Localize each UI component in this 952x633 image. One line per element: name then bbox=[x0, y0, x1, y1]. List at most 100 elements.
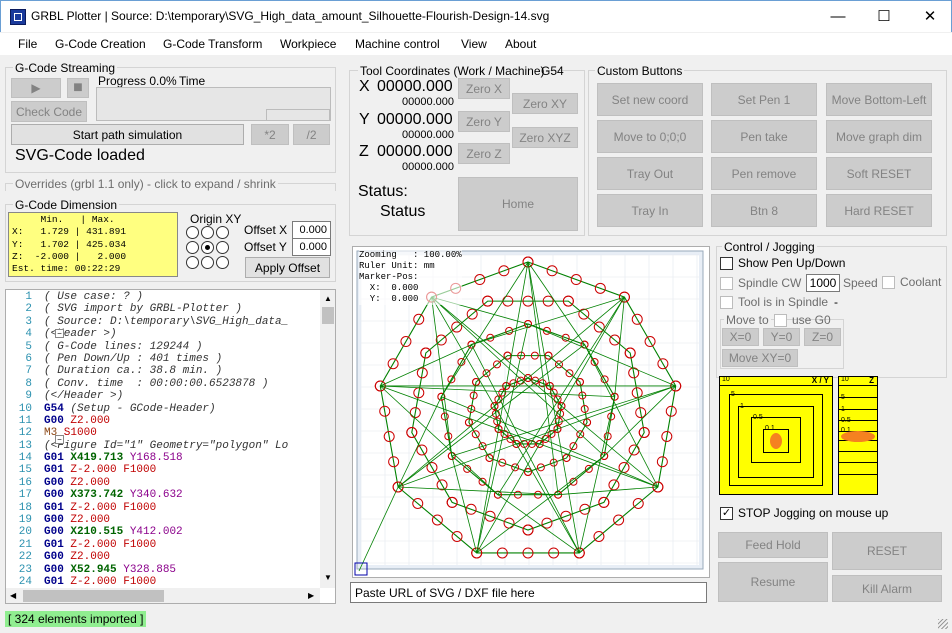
reset-button[interactable]: RESET bbox=[832, 532, 942, 570]
scroll-thumb[interactable] bbox=[322, 307, 334, 324]
zero-x-button[interactable]: Zero X bbox=[458, 78, 510, 99]
url-input[interactable]: Paste URL of SVG / DXF file here bbox=[350, 582, 707, 603]
graphics-preview[interactable]: Zooming : 100.00% Ruler Unit: mm Marker-… bbox=[352, 246, 710, 578]
jog-xy-pad[interactable]: X / Y 10 5 1 0.5 0.1 bbox=[719, 376, 833, 495]
custom-button-5[interactable]: Pen take bbox=[711, 120, 817, 153]
jog-z-pad[interactable]: Z 10 5 1 0.5 0.1 bbox=[838, 376, 878, 495]
custom-button-7[interactable]: Tray Out bbox=[597, 157, 703, 190]
origin-radio-bottom-left[interactable] bbox=[186, 256, 199, 269]
zero-xyz-button[interactable]: Zero XYZ bbox=[512, 127, 578, 148]
speed-div2-button[interactable]: /2 bbox=[293, 124, 330, 145]
start-path-simulation-button[interactable]: Start path simulation bbox=[11, 124, 244, 145]
check-code-button[interactable]: Check Code bbox=[11, 101, 87, 122]
code-line: 22 G00 Z2.000 bbox=[6, 551, 322, 563]
code-line: 16 G00 Z2.000 bbox=[6, 477, 322, 489]
code-line: 14 G01 X419.713 Y168.518 bbox=[6, 452, 322, 464]
zero-xy-button[interactable]: Zero XY bbox=[512, 93, 578, 114]
custom-button-9[interactable]: Soft RESET bbox=[826, 157, 932, 190]
z0-button[interactable]: Z=0 bbox=[804, 328, 841, 346]
origin-radio-center[interactable] bbox=[201, 241, 214, 254]
origin-radio-bottom-center[interactable] bbox=[201, 256, 214, 269]
custom-button-1[interactable]: Set new coord bbox=[597, 83, 703, 116]
menu-view[interactable]: View bbox=[461, 37, 487, 51]
menu-workpiece[interactable]: Workpiece bbox=[280, 37, 336, 51]
kill-alarm-button[interactable]: Kill Alarm bbox=[832, 575, 942, 602]
code-token: G00 bbox=[44, 476, 64, 489]
gcode-lines: 1 ( Use case: ? ) 2 ( SVG import by GRBL-Pl… bbox=[6, 291, 322, 587]
menu-file[interactable]: File bbox=[18, 37, 37, 51]
speed-x2-button[interactable]: *2 bbox=[251, 124, 289, 145]
menu-about[interactable]: About bbox=[505, 37, 536, 51]
zero-z-button[interactable]: Zero Z bbox=[458, 143, 510, 164]
stop-button[interactable]: ■ bbox=[67, 78, 89, 98]
fold-marker-header[interactable]: − bbox=[55, 329, 64, 338]
offset-y-input[interactable]: 0.000 bbox=[292, 238, 331, 256]
origin-radio-mid-left[interactable] bbox=[186, 241, 199, 254]
apply-offset-button[interactable]: Apply Offset bbox=[245, 257, 330, 278]
use-g0-checkbox[interactable] bbox=[774, 314, 787, 327]
home-button[interactable]: Home bbox=[458, 177, 578, 231]
resize-grip[interactable] bbox=[938, 619, 948, 629]
line-number: 21 bbox=[18, 538, 32, 551]
x0-button[interactable]: X=0 bbox=[722, 328, 759, 346]
code-token: G00 bbox=[44, 563, 64, 576]
scroll-down-arrow[interactable]: ▼ bbox=[324, 573, 332, 582]
show-pen-checkbox[interactable] bbox=[720, 257, 733, 270]
jog-position-marker bbox=[770, 433, 782, 449]
spindle-speed-input[interactable]: 1000 bbox=[806, 274, 840, 292]
move-xy0-button[interactable]: Move XY=0 bbox=[722, 349, 798, 367]
y0-button[interactable]: Y=0 bbox=[763, 328, 800, 346]
origin-radio-mid-right[interactable] bbox=[216, 241, 229, 254]
custom-button-8[interactable]: Pen remove bbox=[711, 157, 817, 190]
minimize-button[interactable]: — bbox=[815, 1, 861, 32]
origin-radio-top-right[interactable] bbox=[216, 226, 229, 239]
code-token: G01 bbox=[44, 464, 64, 477]
gcode-editor[interactable]: 1 ( Use case: ? ) 2 ( SVG import by GRBL-Pl… bbox=[5, 289, 336, 604]
play-button[interactable]: ▶ bbox=[11, 78, 61, 98]
gcode-dimension-title: G-Code Dimension bbox=[13, 198, 120, 212]
speed-label: Speed bbox=[843, 276, 878, 290]
overrides-title[interactable]: Overrides (grbl 1.1 only) - click to exp… bbox=[13, 177, 278, 191]
line-number: 3 bbox=[25, 315, 32, 328]
status-label: Status: bbox=[358, 183, 408, 200]
menu-gcode-transform[interactable]: G-Code Transform bbox=[163, 37, 262, 51]
code-token: Z2.000 bbox=[63, 551, 111, 564]
line-number: 2 bbox=[25, 303, 32, 316]
vertical-scrollbar[interactable]: ▲ ▼ bbox=[320, 290, 335, 588]
code-line: 11 G00 Z2.000 bbox=[6, 415, 322, 427]
hscroll-thumb[interactable] bbox=[23, 590, 164, 602]
jog-step-1: 1 bbox=[740, 403, 744, 410]
zero-y-button[interactable]: Zero Y bbox=[458, 111, 510, 132]
origin-radio-top-center[interactable] bbox=[201, 226, 214, 239]
scroll-left-arrow[interactable]: ◀ bbox=[10, 591, 16, 600]
custom-button-10[interactable]: Tray In bbox=[597, 194, 703, 227]
custom-button-3[interactable]: Move Bottom-Left bbox=[826, 83, 932, 116]
code-line: 3 ( Source: D:\temporary\SVG_High_data_ bbox=[6, 316, 322, 328]
custom-button-2[interactable]: Set Pen 1 bbox=[711, 83, 817, 116]
menu-machine-control[interactable]: Machine control bbox=[355, 37, 440, 51]
offset-x-input[interactable]: 0.000 bbox=[292, 221, 331, 239]
origin-radio-top-left[interactable] bbox=[186, 226, 199, 239]
maximize-button[interactable]: ☐ bbox=[861, 1, 907, 32]
code-line: 19 G00 Z2.000 bbox=[6, 514, 322, 526]
feed-hold-button[interactable]: Feed Hold bbox=[718, 532, 828, 558]
spindle-cw-checkbox[interactable] bbox=[720, 277, 733, 290]
code-token: Z2.000 bbox=[63, 476, 111, 489]
horizontal-scrollbar[interactable]: ◀ ▶ bbox=[6, 588, 320, 603]
stop-jogging-checkbox[interactable]: ✓ bbox=[720, 507, 733, 520]
custom-button-4[interactable]: Move to 0;0;0 bbox=[597, 120, 703, 153]
custom-button-11[interactable]: Btn 8 bbox=[711, 194, 817, 227]
coolant-checkbox[interactable] bbox=[882, 276, 895, 289]
custom-button-6[interactable]: Move graph dim bbox=[826, 120, 932, 153]
origin-radio-bottom-right[interactable] bbox=[216, 256, 229, 269]
code-token: F1000 bbox=[116, 501, 157, 514]
scroll-up-arrow[interactable]: ▲ bbox=[324, 294, 332, 303]
custom-button-12[interactable]: Hard RESET bbox=[826, 194, 932, 227]
close-button[interactable]: ✕ bbox=[907, 1, 952, 32]
fold-marker-figure[interactable]: − bbox=[55, 435, 64, 444]
resume-button[interactable]: Resume bbox=[718, 562, 828, 602]
menu-gcode-creation[interactable]: G-Code Creation bbox=[55, 37, 146, 51]
scroll-right-arrow[interactable]: ▶ bbox=[308, 591, 314, 600]
line-number: 14 bbox=[18, 452, 32, 465]
tool-in-spindle-checkbox[interactable] bbox=[720, 296, 733, 309]
